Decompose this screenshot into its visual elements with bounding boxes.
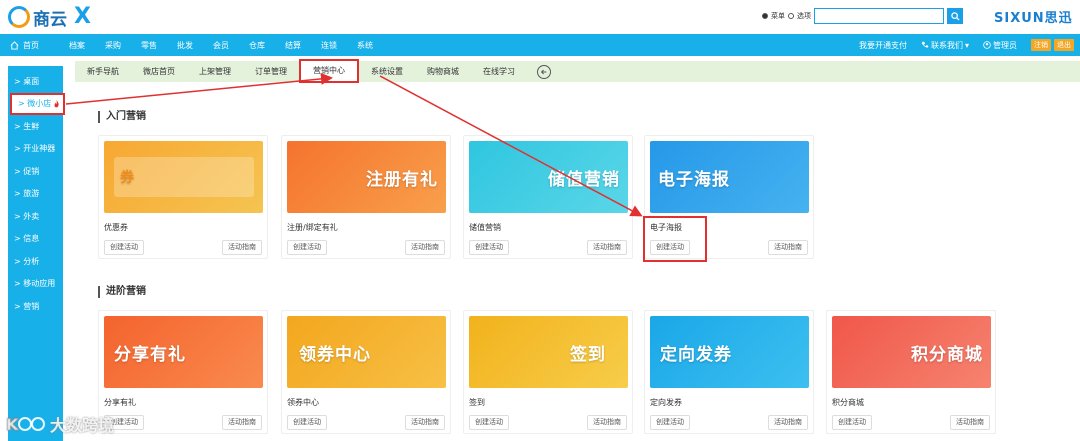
- arrow-to-e-poster: [379, 75, 643, 217]
- arrow-to-marketing-tab: [65, 72, 333, 105]
- watermark-logo-icon: K: [6, 415, 45, 434]
- watermark: K 大数跨境: [6, 412, 114, 436]
- watermark-text: 大数跨境: [50, 416, 115, 435]
- svg-text:K: K: [6, 415, 19, 434]
- annotation-arrows: [65, 72, 643, 217]
